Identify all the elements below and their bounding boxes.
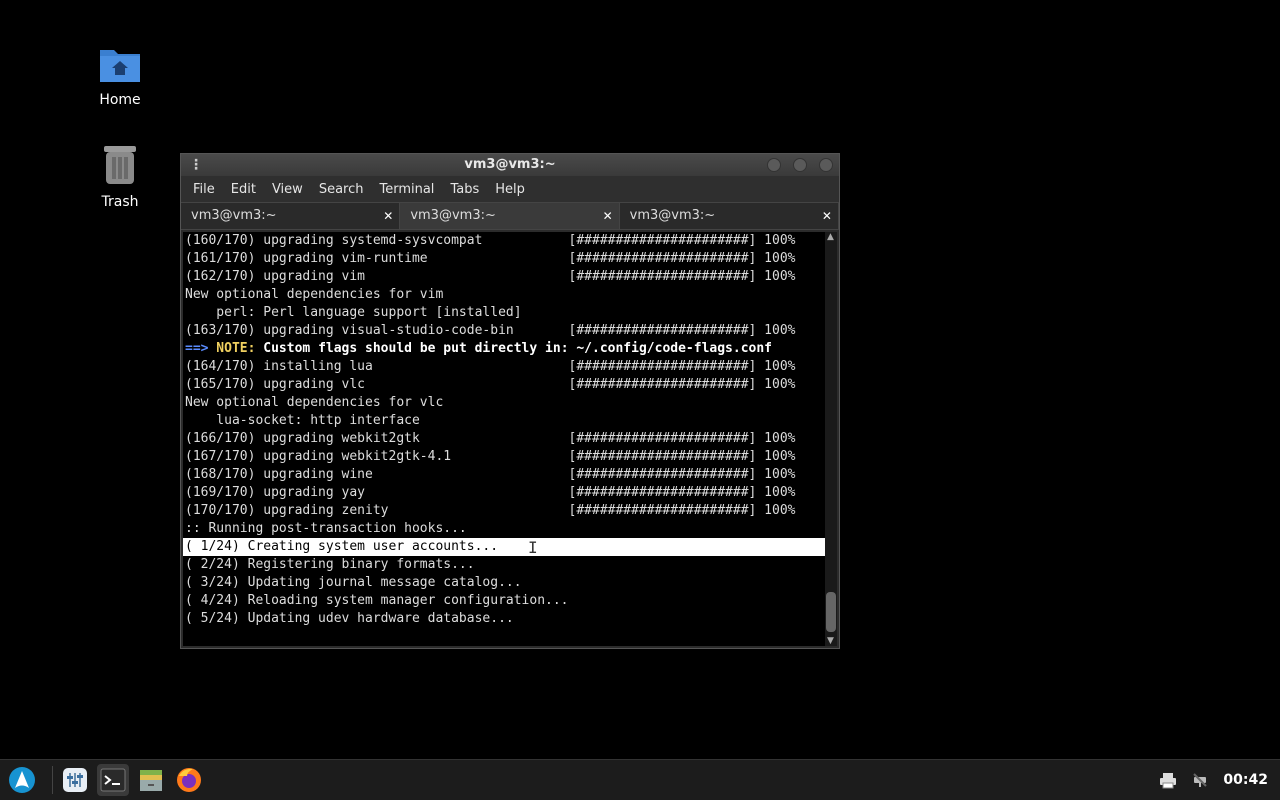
- terminal-output[interactable]: (160/170) upgrading systemd-sysvcompat […: [183, 232, 825, 646]
- menu-search[interactable]: Search: [311, 182, 372, 197]
- tab-bar: vm3@vm3:~ ✕ vm3@vm3:~ ✕ vm3@vm3:~ ✕: [181, 202, 839, 230]
- terminal-line: (167/170) upgrading webkit2gtk-4.1 [####…: [185, 449, 796, 464]
- terminal-line: perl: Perl language support [installed]: [185, 305, 522, 320]
- menu-terminal[interactable]: Terminal: [371, 182, 442, 197]
- taskbar-separator: [52, 766, 53, 794]
- trash-label: Trash: [101, 194, 139, 210]
- terminal-line: (163/170) upgrading visual-studio-code-b…: [185, 323, 796, 338]
- firefox-icon: [177, 768, 201, 792]
- scrollbar-thumb[interactable]: [826, 592, 836, 632]
- tab-label: vm3@vm3:~: [410, 208, 496, 223]
- terminal-line: New optional dependencies for vim: [185, 287, 444, 302]
- terminal-line: (170/170) upgrading zenity [############…: [185, 503, 796, 518]
- terminal-line: ( 4/24) Reloading system manager configu…: [185, 593, 569, 608]
- terminal-line: (164/170) installing lua [##############…: [185, 359, 796, 374]
- printer-icon[interactable]: [1159, 771, 1177, 789]
- taskbar-app-terminal[interactable]: [97, 764, 129, 796]
- terminal-line: ( 1/24) Creating system user accounts...: [183, 538, 825, 556]
- terminal-line: (165/170) upgrading vlc [###############…: [185, 377, 796, 392]
- tab-close-icon[interactable]: ✕: [383, 203, 393, 229]
- terminal-line: New optional dependencies for vlc: [185, 395, 444, 410]
- terminal-icon: [100, 768, 126, 792]
- terminal-line: (160/170) upgrading systemd-sysvcompat […: [185, 233, 796, 248]
- window-menu-icon[interactable]: ⋮: [189, 154, 203, 176]
- menubar: File Edit View Search Terminal Tabs Help: [181, 176, 839, 202]
- window-titlebar[interactable]: ⋮ vm3@vm3:~: [181, 154, 839, 176]
- taskbar-app-files[interactable]: [135, 764, 167, 796]
- clock[interactable]: 00:42: [1223, 772, 1268, 788]
- close-button[interactable]: [819, 158, 833, 172]
- trash-icon: [104, 146, 136, 184]
- menu-edit[interactable]: Edit: [223, 182, 264, 197]
- scroll-up-icon[interactable]: ▲: [827, 232, 834, 242]
- note-text: Custom flags should be put directly in: …: [255, 341, 773, 356]
- home-label: Home: [99, 92, 141, 108]
- terminal-line: lua-socket: http interface: [185, 413, 420, 428]
- folder-home-icon: [100, 50, 140, 82]
- desktop-trash-icon[interactable]: Trash: [80, 142, 160, 210]
- terminal-window: ⋮ vm3@vm3:~ File Edit View Search Termin…: [180, 153, 840, 649]
- tab-1[interactable]: vm3@vm3:~ ✕: [181, 203, 401, 229]
- window-title: vm3@vm3:~: [464, 157, 556, 172]
- menu-tabs[interactable]: Tabs: [442, 182, 487, 197]
- terminal-line: :: Running post-transaction hooks...: [185, 521, 467, 536]
- tab-label: vm3@vm3:~: [629, 208, 716, 223]
- maximize-button[interactable]: [793, 158, 807, 172]
- terminal-line: ==> NOTE: Custom flags should be put dir…: [183, 340, 825, 358]
- network-disconnected-icon[interactable]: [1191, 771, 1209, 789]
- tab-close-icon[interactable]: ✕: [603, 203, 613, 229]
- text-cursor-icon: I: [528, 538, 538, 557]
- app-menu-button[interactable]: [6, 764, 38, 796]
- terminal-line: (161/170) upgrading vim-runtime [#######…: [185, 251, 796, 266]
- taskbar-app-settings[interactable]: [59, 764, 91, 796]
- terminal-scrollbar[interactable]: ▲ ▼: [825, 232, 837, 646]
- menu-help[interactable]: Help: [487, 182, 533, 197]
- terminal-line: ( 3/24) Updating journal message catalog…: [185, 575, 522, 590]
- terminal-line: (166/170) upgrading webkit2gtk [########…: [185, 431, 796, 446]
- terminal-line: (169/170) upgrading yay [###############…: [185, 485, 796, 500]
- terminal-line: (162/170) upgrading vim [###############…: [185, 269, 796, 284]
- system-tray: 00:42: [1159, 760, 1268, 800]
- tab-2[interactable]: vm3@vm3:~ ✕: [400, 203, 620, 229]
- menu-view[interactable]: View: [264, 182, 311, 197]
- terminal-line: ( 5/24) Updating udev hardware database.…: [185, 611, 514, 626]
- note-arrow: ==>: [185, 341, 209, 356]
- note-label: NOTE:: [208, 341, 256, 356]
- arch-logo-icon: [9, 767, 35, 793]
- terminal-line: (168/170) upgrading wine [##############…: [185, 467, 796, 482]
- menu-file[interactable]: File: [185, 182, 223, 197]
- taskbar-app-firefox[interactable]: [173, 764, 205, 796]
- desktop-home-icon[interactable]: Home: [80, 44, 160, 108]
- settings-panel-icon: [63, 768, 87, 792]
- file-manager-icon: [140, 770, 162, 791]
- tab-close-icon[interactable]: ✕: [822, 203, 832, 229]
- terminal-line: ( 2/24) Registering binary formats...: [185, 557, 475, 572]
- tab-label: vm3@vm3:~: [191, 208, 277, 223]
- taskbar: 00:42: [0, 759, 1280, 800]
- tab-3[interactable]: vm3@vm3:~ ✕: [619, 203, 839, 229]
- minimize-button[interactable]: [767, 158, 781, 172]
- scroll-down-icon[interactable]: ▼: [827, 636, 834, 646]
